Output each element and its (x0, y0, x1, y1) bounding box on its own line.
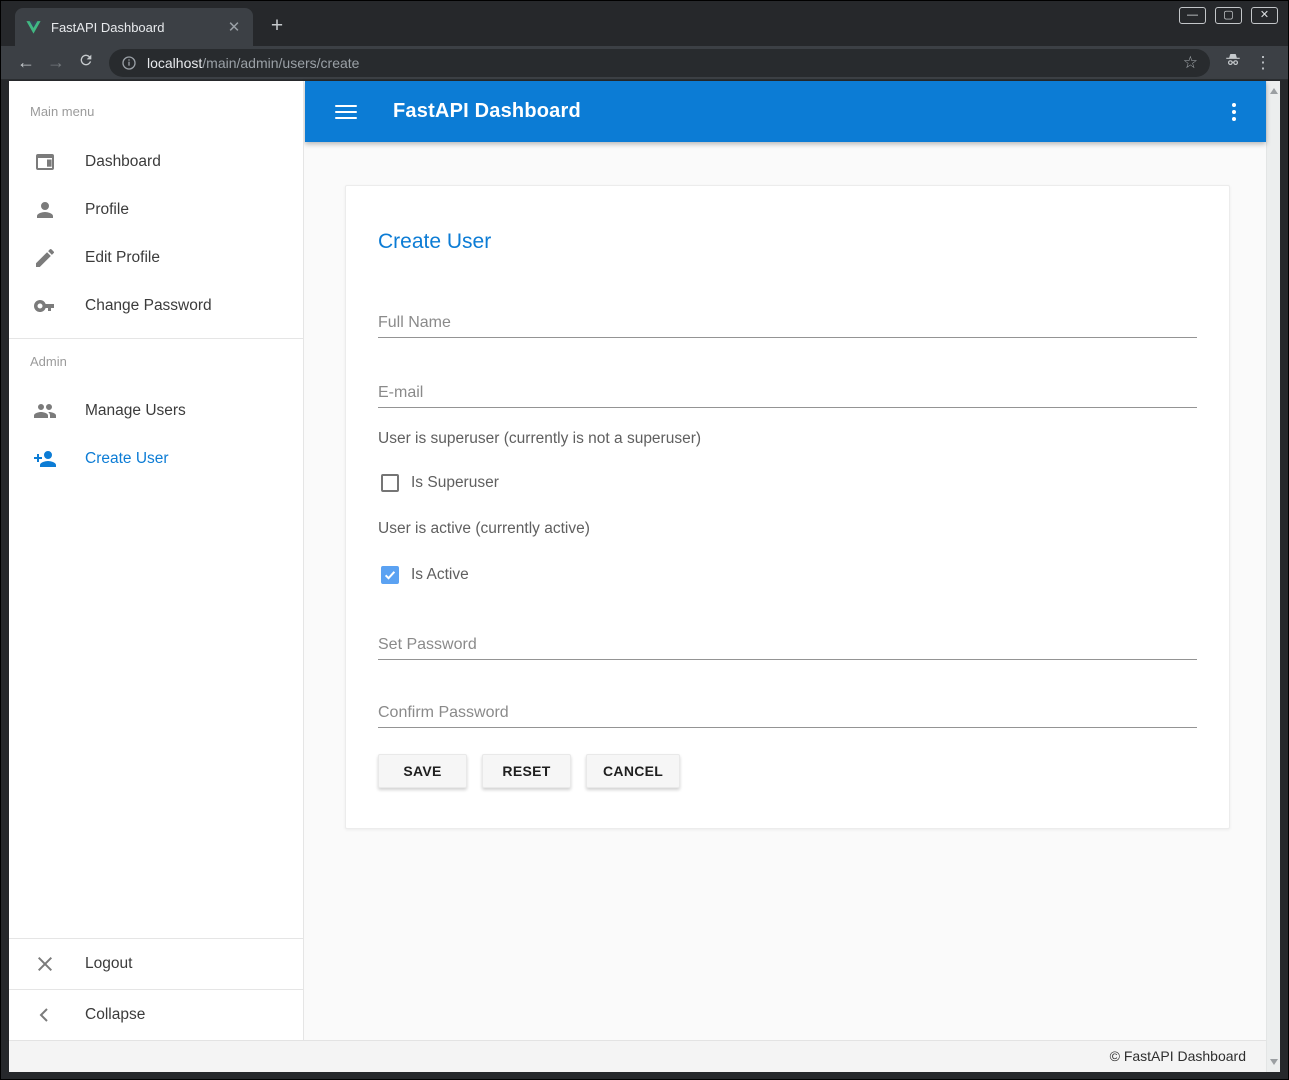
browser-window: FastAPI Dashboard ✕ + — ▢ ✕ ← → localhos… (0, 0, 1289, 1080)
sidebar-section-main-menu: Main menu (30, 104, 303, 124)
app-menu-dots-icon[interactable] (1232, 110, 1236, 114)
superuser-hint: User is superuser (currently is not a su… (378, 430, 1197, 450)
checkbox-unchecked-icon[interactable] (381, 474, 399, 492)
people-icon (33, 399, 57, 423)
page-content: FastAPI Dashboard Main menu Dashboard (9, 81, 1280, 1072)
checkbox-checked-icon[interactable] (381, 566, 399, 584)
url-text: localhost/main/admin/users/create (147, 55, 359, 71)
full-name-field[interactable] (378, 308, 1197, 338)
pencil-icon (33, 246, 57, 270)
menu-hamburger-icon[interactable] (335, 105, 357, 119)
incognito-icon (1218, 51, 1248, 74)
create-user-card: Create User User is superuser (currently… (345, 185, 1230, 829)
is-active-checkbox[interactable]: Is Active (378, 566, 1197, 584)
sidebar-item-profile[interactable]: Profile (9, 186, 303, 234)
scrollbar-down-icon[interactable] (1270, 1059, 1278, 1065)
reload-glyph (78, 52, 94, 68)
tab-title: FastAPI Dashboard (51, 20, 225, 35)
chevron-left-icon (33, 1003, 57, 1027)
key-icon (33, 294, 57, 318)
sidebar-item-collapse[interactable]: Collapse (9, 990, 303, 1040)
browser-tab[interactable]: FastAPI Dashboard ✕ (15, 8, 253, 46)
sidebar-item-label: Dashboard (85, 153, 161, 171)
sidebar-item-dashboard[interactable]: Dashboard (9, 138, 303, 186)
vue-logo-icon (25, 19, 42, 36)
close-x-icon (33, 952, 57, 976)
checkbox-label: Is Active (411, 566, 469, 584)
is-superuser-checkbox[interactable]: Is Superuser (378, 474, 1197, 492)
reload-icon[interactable] (71, 52, 101, 73)
cancel-button[interactable]: CANCEL (586, 754, 680, 788)
url-bar[interactable]: localhost/main/admin/users/create ☆ (109, 49, 1210, 77)
reset-button[interactable]: RESET (482, 754, 571, 788)
tab-close-icon[interactable]: ✕ (225, 18, 243, 36)
sidebar-item-manage-users[interactable]: Manage Users (9, 387, 303, 435)
info-icon[interactable] (121, 55, 137, 71)
copyright-text: © FastAPI Dashboard (1110, 1048, 1246, 1064)
page-footer: © FastAPI Dashboard (9, 1040, 1266, 1072)
scrollbar-up-icon[interactable] (1270, 88, 1278, 94)
app-title: FastAPI Dashboard (393, 100, 581, 123)
browser-toolbar: ← → localhost/main/admin/users/create ☆ (1, 46, 1288, 80)
sidebar-section-admin: Admin (30, 354, 303, 374)
forward-icon[interactable]: → (41, 52, 71, 73)
checkbox-label: Is Superuser (411, 474, 499, 492)
email-field[interactable] (378, 378, 1197, 408)
sidebar-item-change-password[interactable]: Change Password (9, 282, 303, 330)
save-button[interactable]: SAVE (378, 754, 467, 788)
set-password-field[interactable] (378, 630, 1197, 660)
tab-strip: FastAPI Dashboard ✕ + — ▢ ✕ (1, 1, 1288, 46)
sidebar-item-label: Create User (85, 450, 169, 468)
sidebar-item-create-user[interactable]: Create User (9, 435, 303, 483)
url-path: /main/admin/users/create (202, 55, 359, 71)
close-button[interactable]: ✕ (1251, 7, 1278, 24)
sidebar-divider (9, 338, 303, 339)
page-scrollbar[interactable] (1266, 81, 1280, 1072)
back-icon[interactable]: ← (11, 52, 41, 73)
bookmark-star-icon[interactable]: ☆ (1183, 53, 1198, 73)
url-host: localhost (147, 55, 202, 71)
confirm-password-field[interactable] (378, 698, 1197, 728)
sidebar-item-edit-profile[interactable]: Edit Profile (9, 234, 303, 282)
sidebar: Main menu Dashboard Profile (9, 81, 304, 1040)
sidebar-item-logout[interactable]: Logout (9, 939, 303, 989)
maximize-button[interactable]: ▢ (1215, 7, 1242, 24)
sidebar-item-label: Change Password (85, 297, 212, 315)
sidebar-item-label: Edit Profile (85, 249, 160, 267)
person-add-icon (33, 447, 57, 471)
sidebar-item-label: Manage Users (85, 402, 186, 420)
dashboard-icon (33, 150, 57, 174)
new-tab-button[interactable]: + (263, 12, 291, 40)
sidebar-item-label: Profile (85, 201, 129, 219)
minimize-button[interactable]: — (1179, 7, 1206, 24)
page-title: Create User (378, 230, 1197, 256)
active-hint: User is active (currently active) (378, 520, 1197, 540)
app-bar: FastAPI Dashboard (305, 81, 1266, 142)
browser-menu-icon[interactable]: ⋮ (1248, 53, 1278, 73)
sidebar-item-label: Collapse (85, 1006, 145, 1024)
sidebar-item-label: Logout (85, 955, 132, 973)
person-icon (33, 198, 57, 222)
